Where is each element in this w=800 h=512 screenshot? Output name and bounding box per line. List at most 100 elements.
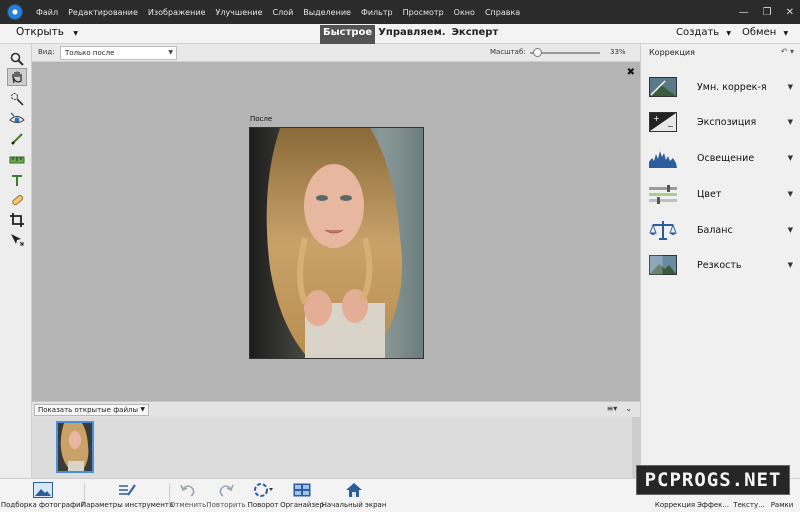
chevron-down-icon: ▼	[787, 83, 793, 91]
organizer-icon	[293, 483, 311, 497]
mode-bar: Открыть ▼ Быстрое Управляем. Эксперт Соз…	[0, 24, 800, 44]
home-screen-button[interactable]: Начальный экран	[321, 481, 387, 511]
photo-bin-button[interactable]: Подборка фотографий	[1, 481, 85, 511]
adjustment-balance[interactable]: Баланс ▼	[649, 217, 797, 243]
bin-options-icon[interactable]: ≡▾	[607, 404, 618, 413]
svg-text:+: +	[653, 114, 660, 123]
photo-bin	[32, 417, 640, 478]
thumbnail-image	[58, 423, 92, 471]
view-select[interactable]: Только после ▼	[60, 46, 177, 60]
tool-options-button[interactable]: Параметры инструмента	[81, 481, 173, 511]
menu-view[interactable]: Просмотр	[398, 8, 449, 17]
mode-tabs: Быстрое Управляем. Эксперт	[320, 25, 501, 44]
close-icon[interactable]: ✖	[627, 67, 635, 78]
exposure-icon: +−	[649, 112, 677, 132]
sharpness-icon	[649, 255, 677, 275]
adjustment-smart-fix[interactable]: Умн. коррек-я ▼	[649, 74, 797, 100]
chevron-down-icon: ▼	[140, 406, 145, 413]
balance-icon	[649, 221, 677, 240]
spot-healing-tool[interactable]	[7, 191, 27, 209]
move-tool[interactable]	[7, 231, 27, 249]
adjustment-label: Экспозиция	[697, 116, 757, 128]
tool-options-icon	[119, 484, 136, 496]
open-button[interactable]: Открыть ▼	[16, 26, 78, 38]
redo-label: Повторить	[206, 501, 246, 509]
adjustment-label: Умн. коррек-я	[697, 81, 767, 93]
straighten-tool[interactable]	[7, 150, 27, 168]
adjustment-color[interactable]: Цвет ▼	[649, 181, 797, 207]
share-button[interactable]: Обмен ▼	[742, 27, 788, 38]
undo-label: Отменить	[169, 501, 207, 509]
menu-filter[interactable]: Фильтр	[356, 8, 398, 17]
open-button-label: Открыть	[16, 26, 64, 38]
photo-preview[interactable]	[249, 127, 424, 359]
chevron-down-icon: ▼	[787, 261, 793, 269]
tab-quick[interactable]: Быстрое	[320, 25, 376, 44]
menu-enhance[interactable]: Улучшение	[210, 8, 267, 17]
crop-tool[interactable]	[7, 211, 27, 229]
adjustment-lighting[interactable]: Освещение ▼	[649, 145, 797, 171]
photo-bin-icon	[33, 482, 53, 498]
panel-reset-icons[interactable]: ↶ ▾	[781, 47, 794, 56]
bin-show-select[interactable]: Показать открытые файлы ▼	[34, 404, 149, 416]
menu-file[interactable]: Файл	[31, 8, 63, 17]
rotate-button[interactable]: Поворот	[247, 481, 279, 511]
frames-label: Рамки	[770, 501, 794, 509]
menu-window[interactable]: Окно	[449, 8, 480, 17]
quick-selection-tool[interactable]	[7, 90, 27, 108]
menu-layer[interactable]: Слой	[268, 8, 299, 17]
rotate-label: Поворот	[247, 501, 279, 509]
red-eye-tool[interactable]	[7, 110, 27, 128]
chevron-down-icon: ▼	[73, 30, 78, 37]
adjustments-panel: Коррекция ↶ ▾ Умн. коррек-я ▼ + − Экспози…	[640, 44, 800, 478]
chevron-down-icon: ▼	[787, 226, 793, 234]
lighting-icon	[649, 151, 677, 168]
organizer-button[interactable]: Органайзер	[280, 481, 324, 511]
menu-select[interactable]: Выделение	[298, 8, 356, 17]
collapse-chevron-icon[interactable]: ⌄	[625, 404, 632, 413]
home-screen-label: Начальный экран	[321, 501, 387, 509]
tab-expert[interactable]: Эксперт	[449, 25, 502, 44]
create-button-label: Создать	[676, 27, 720, 38]
adjustment-exposure[interactable]: + − Экспозиция ▼	[649, 109, 797, 135]
redo-icon	[219, 484, 234, 497]
bin-header-icons: ≡▾ ⌄	[607, 404, 632, 413]
hand-tool[interactable]	[7, 68, 27, 86]
app-logo-icon	[7, 4, 23, 20]
menu-image[interactable]: Изображение	[143, 8, 211, 17]
straighten-icon	[9, 156, 25, 164]
menu-bar: Файл Редактирование Изображение Улучшени…	[0, 0, 800, 24]
zoom-slider-handle[interactable]	[532, 48, 542, 57]
image-canvas[interactable]: После ✖	[32, 62, 640, 401]
adjustments-label: Коррекция	[654, 501, 696, 509]
chevron-down-icon: ▼	[787, 118, 793, 126]
menu-edit[interactable]: Редактирование	[63, 8, 143, 17]
svg-text:−: −	[667, 122, 674, 131]
zoom-tool[interactable]	[7, 50, 27, 68]
maximize-button[interactable]: ❐	[763, 7, 772, 18]
whiten-teeth-tool[interactable]	[7, 130, 27, 148]
menu-help[interactable]: Справка	[480, 8, 525, 17]
tool-options-label: Параметры инструмента	[80, 501, 174, 509]
redo-button[interactable]: Повторить	[206, 481, 246, 511]
rotate-icon	[254, 483, 273, 497]
minimize-button[interactable]: —	[739, 7, 749, 18]
text-tool[interactable]	[7, 171, 27, 189]
after-label: После	[250, 115, 273, 123]
create-button[interactable]: Создать ▼	[676, 27, 731, 38]
chevron-down-icon: ▼	[787, 154, 793, 162]
red-eye-icon	[9, 112, 25, 123]
tab-guided[interactable]: Управляем.	[375, 25, 448, 44]
adjustment-sharpness[interactable]: Резкость ▼	[649, 252, 797, 278]
bin-thumbnail[interactable]	[56, 421, 94, 473]
hand-icon	[12, 71, 22, 84]
undo-button[interactable]: Отменить	[169, 481, 207, 511]
close-window-button[interactable]: ✕	[786, 7, 794, 18]
undo-icon	[180, 484, 195, 497]
zoom-value: 33%	[610, 48, 626, 56]
view-select-value: Только после	[65, 49, 115, 57]
view-label: Вид:	[38, 48, 55, 56]
smart-fix-icon	[649, 77, 677, 97]
photo-bin-header: Показать открытые файлы ▼ ≡▾ ⌄	[32, 401, 640, 417]
adjustment-label: Резкость	[697, 259, 742, 271]
